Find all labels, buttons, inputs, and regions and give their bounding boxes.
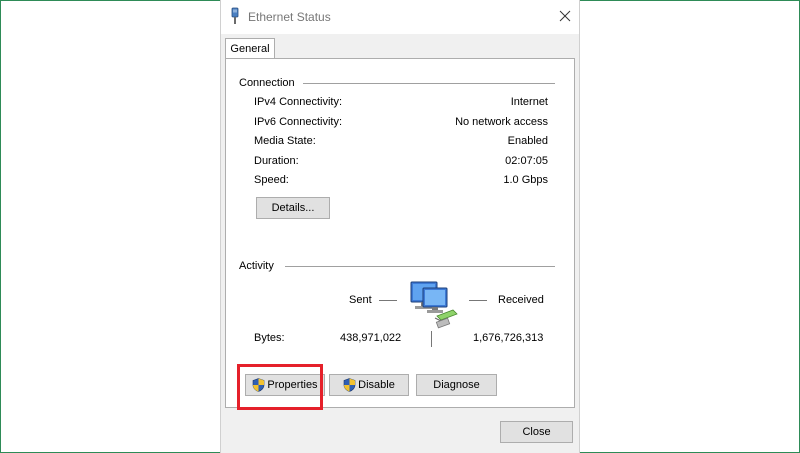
general-panel: Connection IPv4 Connectivity: Internet I… bbox=[225, 58, 575, 408]
duration-label: Duration: bbox=[254, 155, 299, 167]
speed-label: Speed: bbox=[254, 174, 289, 186]
ipv4-value: Internet bbox=[510, 96, 548, 108]
bytes-sent-value: 438,971,022 bbox=[340, 332, 402, 344]
speed-value: 1.0 Gbps bbox=[503, 174, 548, 186]
properties-label: Properties bbox=[267, 379, 318, 391]
activity-heading: Activity bbox=[239, 260, 274, 272]
disable-button[interactable]: Disable bbox=[329, 374, 409, 396]
activity-divider bbox=[285, 266, 555, 267]
title-bar[interactable]: Ethernet Status bbox=[221, 0, 579, 34]
uac-shield-icon bbox=[343, 378, 356, 392]
bytes-label: Bytes: bbox=[254, 332, 285, 344]
sent-label: Sent bbox=[349, 294, 372, 306]
connection-heading: Connection bbox=[239, 77, 295, 89]
ipv6-label: IPv6 Connectivity: bbox=[254, 116, 343, 128]
tab-general[interactable]: General bbox=[225, 38, 275, 59]
disable-label: Disable bbox=[358, 379, 395, 391]
media-state-label: Media State: bbox=[254, 135, 316, 147]
window-title: Ethernet Status bbox=[248, 10, 331, 24]
network-adapter-icon bbox=[231, 7, 239, 24]
connection-divider bbox=[303, 83, 555, 84]
duration-value: 02:07:05 bbox=[505, 155, 548, 167]
ipv4-label: IPv4 Connectivity: bbox=[254, 96, 343, 108]
sent-line bbox=[379, 300, 397, 301]
network-computers-icon bbox=[410, 281, 458, 329]
close-button[interactable]: Close bbox=[500, 421, 573, 443]
close-icon[interactable] bbox=[555, 6, 575, 26]
uac-shield-icon bbox=[253, 378, 265, 392]
ethernet-status-window: Ethernet Status General Connection IPv4 … bbox=[220, 0, 580, 453]
received-line bbox=[469, 300, 487, 301]
diagnose-button[interactable]: Diagnose bbox=[416, 374, 497, 396]
received-label: Received bbox=[498, 294, 544, 306]
properties-button[interactable]: Properties bbox=[245, 374, 325, 396]
bytes-divider bbox=[431, 331, 432, 347]
details-button[interactable]: Details... bbox=[256, 197, 330, 219]
media-state-value: Enabled bbox=[507, 135, 548, 147]
ipv6-value: No network access bbox=[455, 116, 548, 128]
bytes-received-value: 1,676,726,313 bbox=[473, 332, 544, 344]
